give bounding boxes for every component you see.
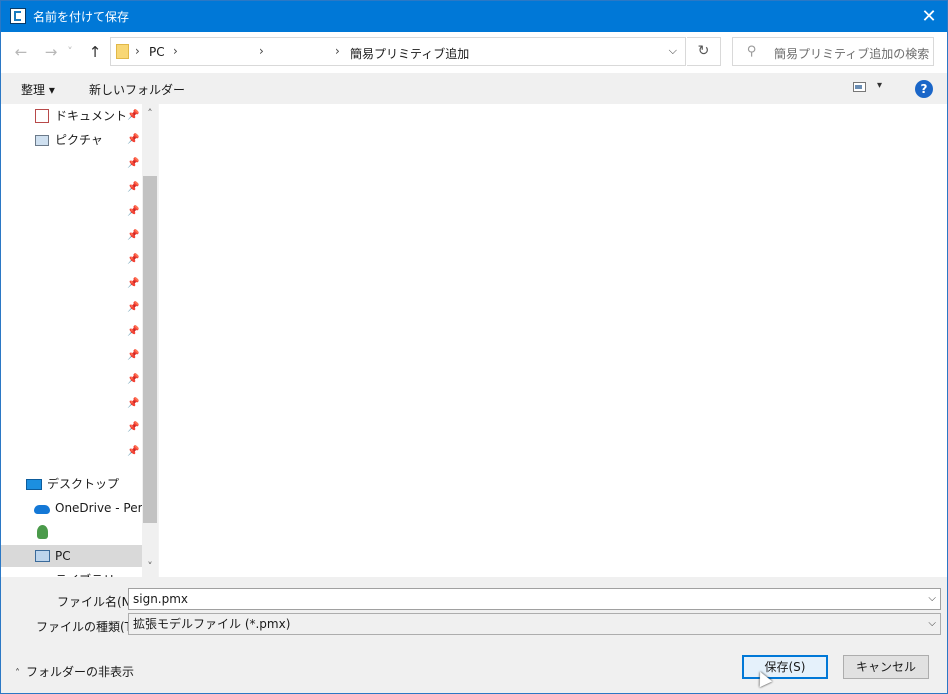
breadcrumb-separator: ›: [135, 44, 140, 58]
pin-icon[interactable]: 📌: [127, 369, 139, 391]
recent-locations-chevron-icon[interactable]: ˅: [63, 41, 77, 63]
title-bar[interactable]: 名前を付けて保存 ✕: [1, 1, 947, 32]
sidebar-item-quick-access[interactable]: 📌: [1, 417, 142, 439]
sidebar-item-quick-access[interactable]: 📌: [1, 369, 142, 391]
sidebar-item-pictures[interactable]: ピクチャ 📌: [1, 129, 142, 151]
pin-icon[interactable]: 📌: [127, 201, 139, 223]
document-icon: [35, 109, 49, 123]
sidebar-item-label: ライブラリ: [55, 569, 115, 577]
sidebar-item-user[interactable]: [1, 521, 142, 543]
address-dropdown-chevron-icon[interactable]: ⌵: [669, 44, 677, 58]
sidebar-item-quick-access[interactable]: 📌: [1, 177, 142, 199]
navigation-pane: ドキュメント 📌 ピクチャ 📌 📌 📌 📌 📌 📌 📌 📌 📌 📌 📌 📌 📌 …: [1, 104, 142, 577]
desktop-icon: [26, 479, 42, 490]
pin-icon[interactable]: 📌: [127, 225, 139, 247]
filename-dropdown-chevron-icon[interactable]: ⌵: [928, 589, 936, 609]
hide-folders-label: フォルダーの非表示: [26, 665, 135, 679]
scroll-up-icon[interactable]: ˄: [142, 106, 158, 122]
pictures-icon: [35, 135, 49, 146]
sidebar-item-quick-access[interactable]: 📌: [1, 153, 142, 175]
app-icon: [10, 8, 26, 24]
sidebar-item-quick-access[interactable]: 📌: [1, 225, 142, 247]
search-placeholder: 簡易プリミティブ追加の検索: [774, 47, 930, 61]
view-options-dropdown-icon[interactable]: ▾: [877, 80, 882, 91]
navigation-pane-scrollbar[interactable]: ˄ ˅: [142, 104, 158, 577]
sidebar-item-label: ピクチャ: [55, 133, 103, 147]
sidebar-item-quick-access[interactable]: 📌: [1, 297, 142, 319]
filetype-select[interactable]: 拡張モデルファイル (*.pmx) ⌵: [128, 613, 941, 635]
sidebar-item-quick-access[interactable]: 📌: [1, 273, 142, 295]
sidebar-item-quick-access[interactable]: 📌: [1, 321, 142, 343]
sidebar-item-label: デスクトップ: [47, 477, 120, 491]
sidebar-item-documents[interactable]: ドキュメント 📌: [1, 105, 142, 127]
pin-icon[interactable]: 📌: [127, 321, 139, 343]
pin-icon[interactable]: 📌: [127, 153, 139, 175]
command-bar: 整理 ▾ 新しいフォルダー ▾ ?: [1, 73, 947, 103]
breadcrumb-separator: ›: [173, 44, 178, 58]
pin-icon[interactable]: 📌: [127, 273, 139, 295]
forward-arrow-icon[interactable]: →: [40, 41, 62, 63]
window-title: 名前を付けて保存: [33, 10, 130, 24]
sidebar-item-label: OneDrive - Persc: [55, 501, 142, 515]
breadcrumb-current-folder[interactable]: 簡易プリミティブ追加: [350, 45, 469, 62]
pin-icon[interactable]: 📌: [127, 441, 139, 463]
organize-button[interactable]: 整理 ▾: [21, 81, 55, 98]
hide-folders-button[interactable]: ˄ フォルダーの非表示: [15, 663, 134, 680]
breadcrumb-separator: ›: [259, 44, 264, 58]
sidebar-item-quick-access[interactable]: 📌: [1, 249, 142, 271]
onedrive-cloud-icon: [34, 505, 50, 514]
breadcrumb-separator: ›: [335, 44, 340, 58]
new-folder-button[interactable]: 新しいフォルダー: [89, 81, 185, 98]
scrollbar-thumb[interactable]: [143, 176, 157, 523]
user-icon: [37, 525, 48, 539]
pin-icon[interactable]: 📌: [127, 417, 139, 439]
file-list-area[interactable]: [158, 104, 947, 577]
pin-icon[interactable]: 📌: [127, 105, 139, 127]
filetype-dropdown-chevron-icon[interactable]: ⌵: [928, 614, 936, 634]
sidebar-item-library[interactable]: ライブラリ: [1, 569, 142, 577]
chevron-up-icon: ˄: [15, 668, 20, 679]
sidebar-item-quick-access[interactable]: 📌: [1, 345, 142, 367]
pin-icon[interactable]: 📌: [127, 345, 139, 367]
sidebar-item-label: PC: [55, 549, 71, 563]
sidebar-item-desktop[interactable]: デスクトップ: [1, 473, 142, 495]
folder-icon: [116, 44, 129, 59]
search-box[interactable]: ⚲ 簡易プリミティブ追加の検索: [732, 37, 934, 66]
breadcrumb-pc[interactable]: PC: [149, 45, 165, 59]
filename-value: sign.pmx: [133, 592, 189, 606]
sidebar-item-onedrive[interactable]: OneDrive - Persc: [1, 497, 142, 519]
up-arrow-icon[interactable]: ↑: [84, 41, 106, 63]
cancel-button[interactable]: キャンセル: [843, 655, 929, 679]
pin-icon[interactable]: 📌: [127, 129, 139, 151]
change-view-icon[interactable]: [853, 82, 866, 92]
refresh-icon[interactable]: ↻: [687, 37, 721, 66]
sidebar-item-quick-access[interactable]: 📌: [1, 201, 142, 223]
sidebar-item-label: ドキュメント: [55, 109, 128, 123]
scroll-down-icon[interactable]: ˅: [142, 559, 158, 575]
search-icon: ⚲: [747, 44, 757, 59]
filetype-label: ファイルの種類(T):: [36, 620, 141, 634]
pin-icon[interactable]: 📌: [127, 177, 139, 199]
navigation-bar: ← → ˅ ↑ › PC › › › 簡易プリミティブ追加 ⌵ ↻ ⚲ 簡易プリ…: [1, 32, 947, 73]
save-as-dialog: 名前を付けて保存 ✕ ← → ˅ ↑ › PC › › › 簡易プリミティブ追加…: [0, 0, 948, 694]
back-arrow-icon[interactable]: ←: [10, 41, 32, 63]
help-icon[interactable]: ?: [915, 80, 933, 98]
filename-input[interactable]: sign.pmx ⌵: [128, 588, 941, 610]
sidebar-item-quick-access[interactable]: 📌: [1, 441, 142, 463]
pin-icon[interactable]: 📌: [127, 297, 139, 319]
address-bar[interactable]: › PC › › › 簡易プリミティブ追加 ⌵: [110, 37, 686, 66]
pin-icon[interactable]: 📌: [127, 393, 139, 415]
filetype-value: 拡張モデルファイル (*.pmx): [133, 617, 291, 631]
pin-icon[interactable]: 📌: [127, 249, 139, 271]
pc-icon: [35, 550, 50, 562]
save-options-panel: ファイル名(N): sign.pmx ⌵ ファイルの種類(T): 拡張モデルファ…: [1, 577, 947, 693]
sidebar-item-pc[interactable]: PC: [1, 545, 142, 567]
sidebar-item-quick-access[interactable]: 📌: [1, 393, 142, 415]
close-button[interactable]: ✕: [911, 1, 947, 32]
